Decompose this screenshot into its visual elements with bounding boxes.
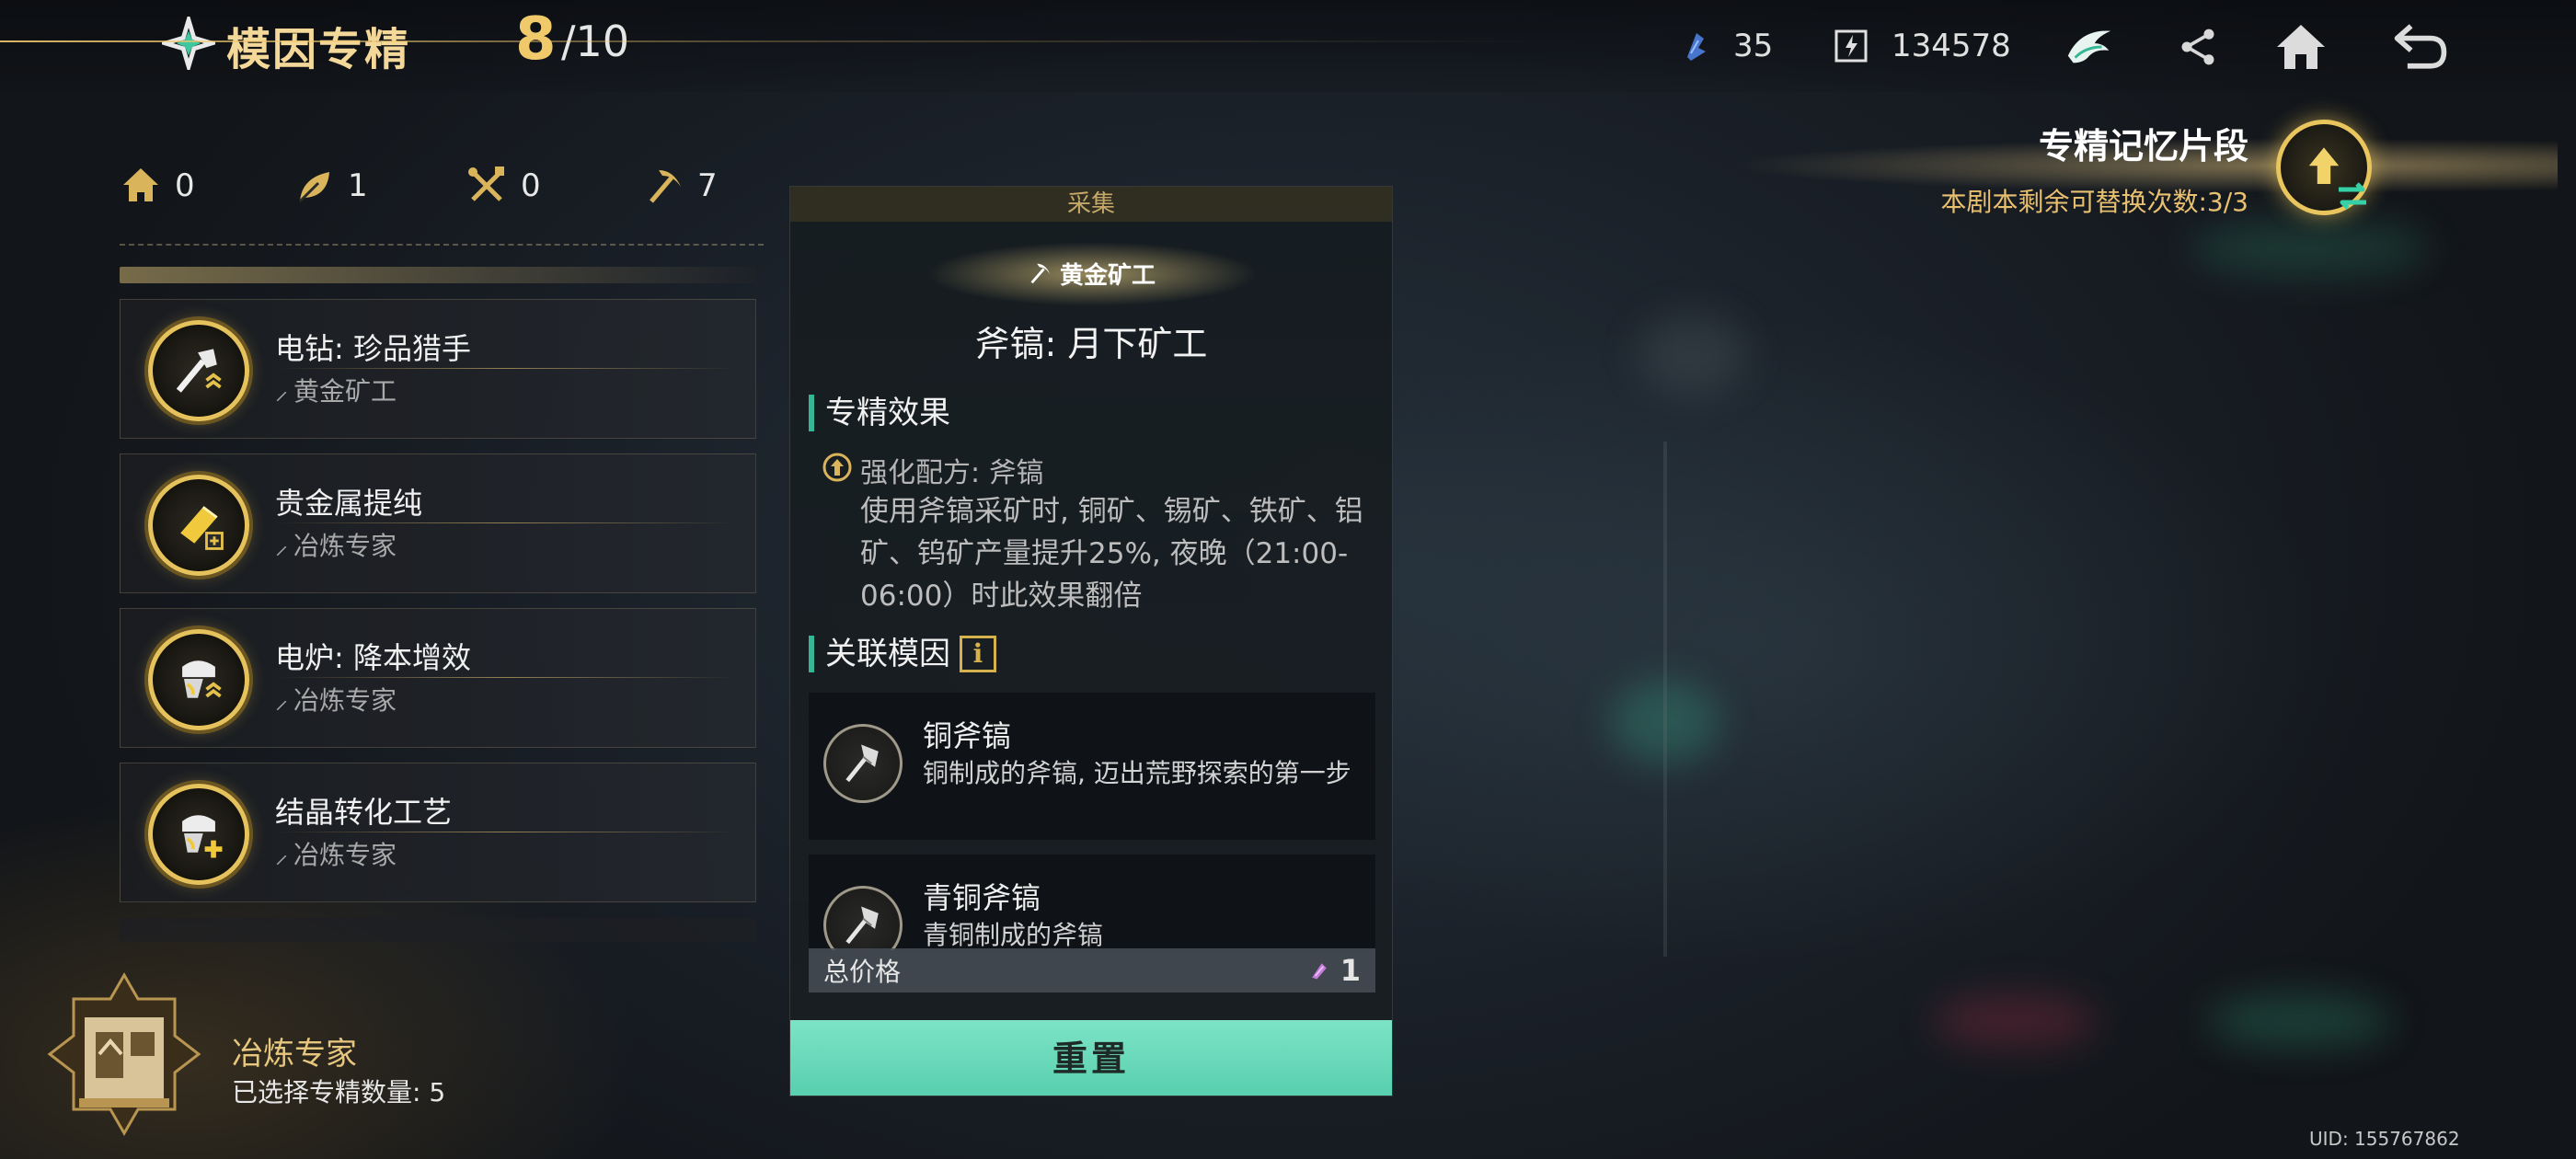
related-item-name: 青铜斧镐 bbox=[923, 880, 1041, 915]
user-id: UID: 155767862 bbox=[2309, 1128, 2460, 1150]
pickaxe-icon: ⸝ bbox=[275, 530, 289, 560]
related-heading-label: 关联模因 bbox=[825, 636, 950, 672]
pickaxe-icon: ⸝ bbox=[275, 375, 289, 406]
stat-pickaxe-value: 7 bbox=[697, 167, 718, 204]
spec-item-tag-label: 冶炼专家 bbox=[293, 840, 397, 870]
gold-bar-icon bbox=[148, 475, 249, 576]
total-price-label: 总价格 bbox=[823, 957, 902, 987]
crystal-furnace-icon bbox=[148, 784, 249, 885]
energy-count: 134578 bbox=[1892, 28, 2011, 64]
card-highlight-line bbox=[277, 677, 737, 678]
sub-category-badge: 黄金矿工 bbox=[1018, 251, 1165, 295]
pickaxe-icon bbox=[650, 170, 681, 203]
related-item-desc: 铜制成的斧镐, 迈出荒野探索的第一步 bbox=[923, 758, 1351, 788]
meme-logo-icon bbox=[157, 12, 220, 75]
pickaxe-icon bbox=[1030, 263, 1051, 284]
bg-blob bbox=[1638, 313, 1748, 396]
swap-icon bbox=[2331, 175, 2374, 217]
divider bbox=[120, 244, 764, 246]
spec-item-name: 电炉: 降本增效 bbox=[275, 640, 471, 675]
top-bar: 模因专精 8 /10 35 134578 bbox=[0, 0, 2576, 92]
spec-item-tag-label: 冶炼专家 bbox=[293, 685, 397, 716]
pickaxe-icon: ⸝ bbox=[275, 684, 289, 715]
page-title: 模因专精 bbox=[226, 24, 411, 75]
pickaxe-icon: ⸝ bbox=[275, 839, 289, 869]
faction-logo-icon[interactable] bbox=[2059, 17, 2120, 77]
related-item[interactable]: 铜斧镐 铜制成的斧镐, 迈出荒野探索的第一步 bbox=[809, 693, 1375, 840]
crystal-count: 35 bbox=[1733, 28, 1774, 64]
upgrade-arrow-icon bbox=[822, 452, 853, 483]
spec-item-crystal-conversion[interactable]: 结晶转化工艺 ⸝ 冶炼专家 bbox=[120, 763, 756, 902]
reset-button[interactable]: 重置 bbox=[790, 1020, 1392, 1096]
stat-pickaxe: 7 bbox=[642, 156, 718, 215]
home-icon[interactable] bbox=[2271, 17, 2331, 77]
profile-name: 冶炼专家 bbox=[232, 1036, 357, 1073]
total-price-bar: 总价格 1 bbox=[809, 948, 1375, 993]
energy-cube-icon bbox=[1833, 28, 1869, 64]
stat-home-value: 0 bbox=[175, 167, 195, 204]
list-item-partial bbox=[120, 918, 756, 942]
info-icon[interactable]: i bbox=[960, 636, 996, 672]
profile-selected-count: 已选择专精数量: 5 bbox=[232, 1077, 446, 1107]
drill-icon bbox=[148, 320, 249, 421]
related-item-desc: 青铜制成的斧镐 bbox=[923, 920, 1104, 950]
bg-blob bbox=[2208, 993, 2392, 1049]
detail-panel: 采集 黄金矿工 斧镐: 月下矿工 专精效果 强化配方: 斧镐 使用斧镐采矿时, … bbox=[789, 186, 1393, 1096]
house-icon bbox=[123, 168, 158, 201]
spec-item-tag-label: 黄金矿工 bbox=[293, 376, 397, 407]
memory-fragment-title: 专精记忆片段 bbox=[2038, 126, 2248, 166]
related-item[interactable]: 青铜斧镐 青铜制成的斧镐 bbox=[809, 855, 1375, 950]
spec-count-current: 8 bbox=[515, 6, 557, 74]
spec-count-max: /10 bbox=[561, 17, 630, 66]
bg-line bbox=[1663, 442, 1667, 957]
axe-pick-icon bbox=[823, 886, 903, 950]
stat-home: 0 bbox=[120, 156, 195, 215]
back-icon[interactable] bbox=[2390, 17, 2451, 77]
spec-item-tag: ⸝ 冶炼专家 bbox=[275, 835, 397, 872]
sub-category-label: 黄金矿工 bbox=[1059, 261, 1156, 290]
bg-blob bbox=[1932, 993, 2098, 1049]
related-heading: 关联模因 i bbox=[809, 636, 996, 672]
stat-leaf: 1 bbox=[293, 156, 368, 215]
related-item-name: 铜斧镐 bbox=[923, 718, 1012, 753]
effect-heading: 专精效果 bbox=[809, 395, 950, 431]
category-label: 采集 bbox=[790, 187, 1392, 222]
spec-item-tag-label: 冶炼专家 bbox=[293, 531, 397, 561]
effect-description: 使用斧镐采矿时, 铜矿、锡矿、铁矿、铝矿、钨矿产量提升25%, 夜晚（21:00… bbox=[860, 495, 1363, 613]
spec-item-tag: ⸝ 冶炼专家 bbox=[275, 681, 397, 717]
spec-item-name: 结晶转化工艺 bbox=[275, 795, 453, 830]
stat-tools: 0 bbox=[466, 156, 541, 215]
axe-pick-icon bbox=[823, 724, 903, 803]
smelter-emblem-icon[interactable] bbox=[46, 971, 202, 1137]
furnace-icon bbox=[148, 629, 249, 730]
spec-item-tag: ⸝ 冶炼专家 bbox=[275, 526, 397, 563]
spec-item-precious-metal-refining[interactable]: 贵金属提纯 ⸝ 冶炼专家 bbox=[120, 453, 756, 593]
card-highlight-line bbox=[277, 522, 737, 523]
spec-item-tag: ⸝ 黄金矿工 bbox=[275, 372, 397, 408]
card-highlight-line bbox=[277, 368, 737, 369]
memory-replace-count: 本剧本剩余可替换次数:3/3 bbox=[1940, 187, 2249, 217]
effect-recipe: 强化配方: 斧镐 bbox=[860, 457, 1044, 489]
total-price-value: 1 bbox=[1340, 953, 1361, 988]
stat-leaf-value: 1 bbox=[348, 167, 368, 204]
spec-item-name: 电钻: 珍品猎手 bbox=[275, 331, 471, 366]
spec-item-electric-furnace[interactable]: 电炉: 降本增效 ⸝ 冶炼专家 bbox=[120, 608, 756, 748]
detail-title: 斧镐: 月下矿工 bbox=[974, 324, 1208, 364]
spec-item-name: 贵金属提纯 bbox=[275, 486, 423, 521]
leaf-icon bbox=[298, 172, 329, 203]
tools-icon bbox=[468, 166, 504, 201]
crystal-shard-icon bbox=[1311, 963, 1327, 980]
crystal-icon bbox=[1678, 28, 1715, 64]
list-item-partial bbox=[120, 267, 756, 283]
share-icon[interactable] bbox=[2168, 17, 2228, 77]
total-price: 1 bbox=[1307, 953, 1361, 988]
bg-blob bbox=[2190, 221, 2429, 276]
spec-item-drill-treasure-hunter[interactable]: 电钻: 珍品猎手 ⸝ 黄金矿工 bbox=[120, 299, 756, 439]
stat-tools-value: 0 bbox=[521, 167, 541, 204]
